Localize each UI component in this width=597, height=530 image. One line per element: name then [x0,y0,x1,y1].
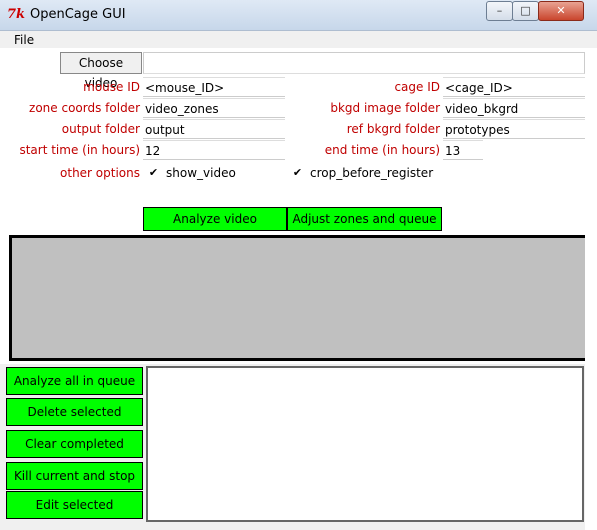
adjust-zones-button[interactable]: Adjust zones and queue [287,207,442,231]
window-border [585,48,597,530]
choose-video-button[interactable]: Choose video [60,52,142,90]
show-video-label: show_video [166,166,236,180]
video-preview-canvas [9,235,585,361]
maximize-button[interactable]: □ [512,1,539,21]
tk-icon: 7k [7,7,26,22]
ref-bkgrd-label: ref bkgrd folder [346,122,440,136]
cage-id-label: cage ID [394,80,440,94]
cage-id-field[interactable]: <cage_ID> [443,77,585,97]
end-time-label: end time (in hours) [324,143,440,157]
other-options-label: other options [60,166,140,180]
end-time-field[interactable]: 13 [443,140,483,160]
queue-listbox[interactable] [146,366,584,522]
video-path-field[interactable] [143,52,585,74]
zone-coords-field[interactable]: video_zones [143,98,285,118]
menu-file[interactable]: File [14,33,34,47]
minimize-button[interactable]: – [486,1,513,21]
start-time-field[interactable]: 12 [143,140,285,160]
clear-completed-button[interactable]: Clear completed [6,430,143,458]
crop-label: crop_before_register [310,166,434,180]
kill-stop-button[interactable]: Kill current and stop [6,462,143,490]
start-time-label: start time (in hours) [19,143,140,157]
bkgd-image-label: bkgd image folder [330,101,440,115]
crop-checkbox[interactable]: ✔ [292,167,303,178]
analyze-video-button[interactable]: Analyze video [143,207,287,231]
zone-coords-label: zone coords folder [29,101,140,115]
window-title: OpenCage GUI [30,7,126,22]
bkgd-image-field[interactable]: video_bkgrd [443,98,585,118]
edit-selected-button[interactable]: Edit selected [6,491,143,519]
ref-bkgrd-field[interactable]: prototypes [443,119,585,139]
close-button[interactable]: ✕ [538,1,584,21]
mouse-id-label: mouse ID [83,80,140,94]
output-folder-field[interactable]: output [143,119,285,139]
show-video-checkbox[interactable]: ✔ [148,167,159,178]
output-folder-label: output folder [61,122,140,136]
title-bar: 7k OpenCage GUI – □ ✕ [0,0,597,31]
mouse-id-field[interactable]: <mouse_ID> [143,77,285,97]
menu-bar: File [0,31,597,48]
analyze-all-button[interactable]: Analyze all in queue [6,367,143,395]
delete-selected-button[interactable]: Delete selected [6,398,143,426]
